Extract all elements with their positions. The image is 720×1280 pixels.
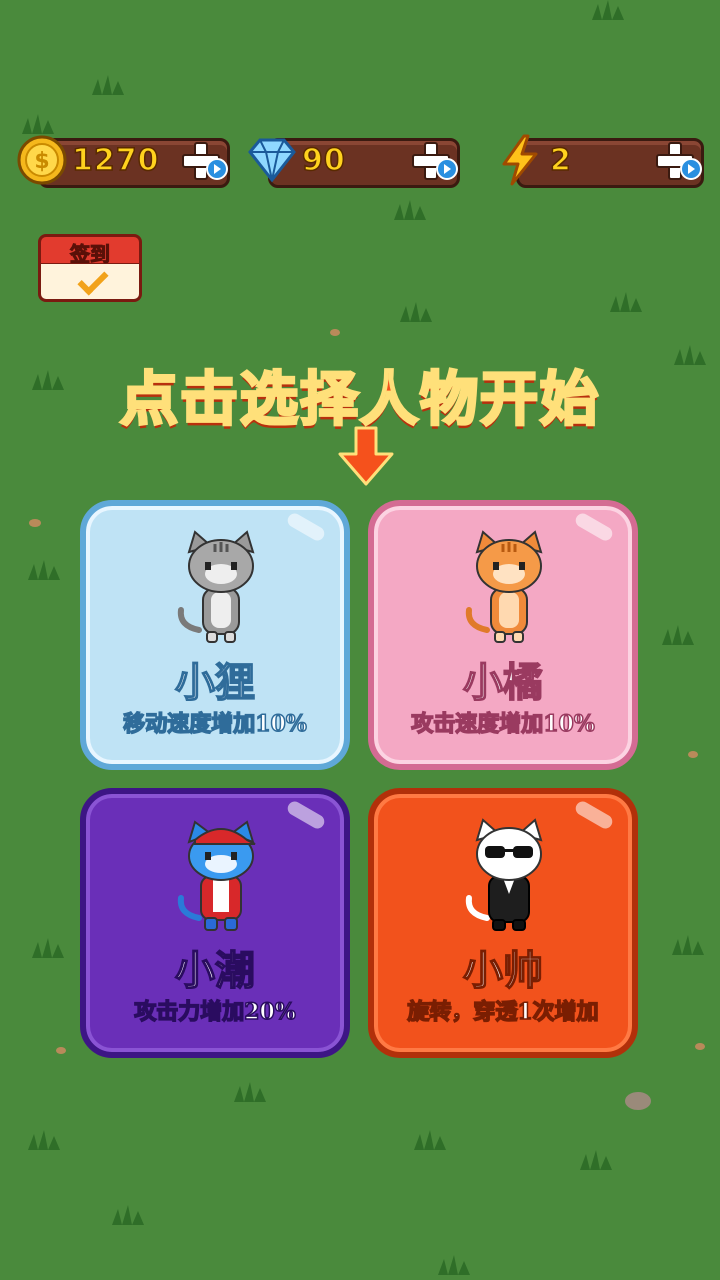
page-title: 点击选择人物开始 bbox=[118, 364, 600, 435]
pebble bbox=[330, 329, 340, 336]
card-shine bbox=[285, 510, 327, 544]
video-ad-icon bbox=[206, 158, 228, 180]
checkin-label: 签到 bbox=[70, 242, 111, 267]
character-desc: 移动速度增加10% bbox=[122, 710, 307, 738]
coin-value: 1270 bbox=[71, 142, 160, 179]
character-name: 小狸 bbox=[174, 658, 256, 707]
grass-tuft-icon bbox=[28, 560, 60, 580]
character-card-xiaochao[interactable]: 小潮 攻击力增加20% bbox=[80, 788, 350, 1058]
checkin-header: 签到 bbox=[38, 234, 142, 267]
grass-tuft-icon bbox=[610, 292, 642, 312]
character-desc: 攻击速度增加10% bbox=[410, 710, 595, 738]
orange-cat-icon bbox=[465, 530, 543, 643]
character-name: 小潮 bbox=[174, 946, 256, 995]
grass-tuft-icon bbox=[414, 1130, 446, 1150]
checkmark-icon bbox=[77, 264, 109, 296]
blue-cat-red-cap-icon bbox=[177, 820, 256, 931]
character-desc: 攻击力增加20% bbox=[133, 998, 296, 1026]
coin-icon: $ bbox=[17, 135, 67, 185]
grass-tuft-icon bbox=[580, 1150, 612, 1170]
white-cat-sunglasses-icon bbox=[465, 818, 543, 931]
checkin-body bbox=[38, 264, 142, 302]
grass-tuft-icon bbox=[234, 1082, 266, 1102]
card-shine bbox=[573, 510, 615, 544]
card-shine bbox=[285, 798, 327, 832]
pebble bbox=[56, 1047, 66, 1054]
grass-tuft-icon bbox=[394, 200, 426, 220]
grass-tuft-icon bbox=[662, 625, 694, 645]
grass-tuft-icon bbox=[92, 75, 124, 95]
grass-tuft-icon bbox=[672, 935, 704, 955]
video-ad-icon bbox=[680, 158, 702, 180]
gray-tabby-cat-icon bbox=[177, 530, 255, 643]
card-shine bbox=[573, 798, 615, 832]
grass-tuft-icon bbox=[400, 302, 432, 322]
energy-counter: 2 bbox=[494, 134, 704, 188]
character-name: 小帅 bbox=[462, 946, 544, 995]
down-arrow-icon bbox=[338, 426, 394, 486]
gem-counter: 90 bbox=[246, 134, 460, 188]
svg-text:$: $ bbox=[34, 149, 49, 174]
grass-tuft-icon bbox=[32, 938, 64, 958]
character-name: 小橘 bbox=[462, 658, 544, 707]
character-desc: 旋转，穿透1次增加 bbox=[407, 998, 600, 1026]
grass-tuft-icon bbox=[438, 1255, 470, 1275]
checkin-button[interactable]: 签到 bbox=[38, 234, 142, 302]
energy-value: 2 bbox=[549, 142, 572, 179]
lightning-icon bbox=[502, 134, 538, 186]
pebble bbox=[688, 751, 698, 758]
pebble bbox=[29, 519, 41, 527]
grass-tuft-icon bbox=[112, 1205, 144, 1225]
grass-tuft-icon bbox=[28, 1130, 60, 1150]
gem-value: 90 bbox=[301, 142, 346, 179]
pebble bbox=[625, 1092, 651, 1110]
grass-tuft-icon bbox=[22, 114, 54, 134]
coin-counter: $ 1270 bbox=[16, 134, 230, 188]
character-card-xiaoju[interactable]: 小橘 攻击速度增加10% bbox=[368, 500, 638, 770]
character-card-xiaoli[interactable]: 小狸 移动速度增加10% bbox=[80, 500, 350, 770]
video-ad-icon bbox=[436, 158, 458, 180]
pebble bbox=[695, 1043, 705, 1050]
diamond-icon bbox=[248, 138, 296, 183]
character-card-xiaoshuai[interactable]: 小帅 旋转，穿透1次增加 bbox=[368, 788, 638, 1058]
grass-tuft-icon bbox=[592, 0, 624, 20]
